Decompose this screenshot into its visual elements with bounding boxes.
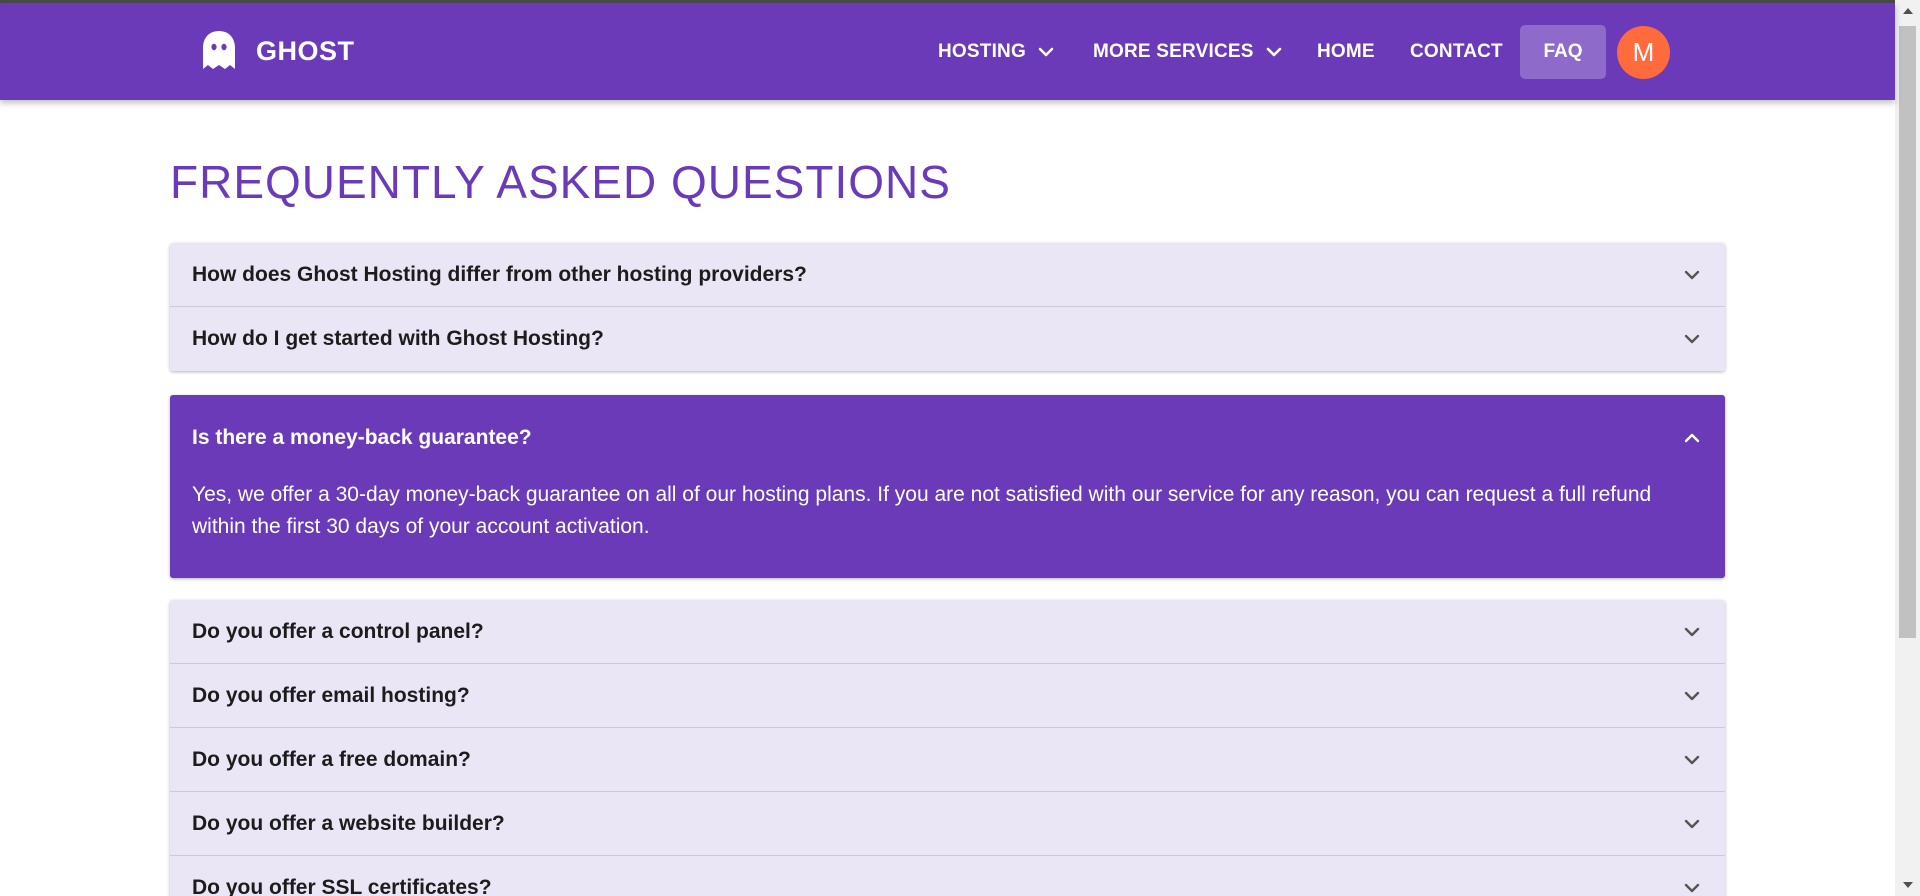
faq-question: Do you offer a website builder? [192,811,505,835]
faq-question: How does Ghost Hosting differ from other… [192,262,807,286]
faq-question: Is there a money-back guarantee? [192,426,532,449]
faq-question: Do you offer SSL certificates? [192,876,492,896]
nav-contact[interactable]: CONTACT [1410,25,1503,79]
faq-item[interactable]: Do you offer email hosting? [170,664,1725,728]
chevron-down-icon [1684,270,1700,279]
vertical-scrollbar[interactable] [1895,0,1920,896]
chevron-down-icon [1266,47,1281,57]
faq-question: Do you offer a control panel? [192,619,484,643]
nav-faq-label: FAQ [1543,41,1583,62]
faq-item[interactable]: Do you offer a free domain? [170,728,1725,792]
scrollbar-thumb[interactable] [1899,26,1916,638]
faq-answer: Yes, we offer a 30-day money-back guaran… [192,483,1652,538]
nav-more-services-label: MORE SERVICES [1093,41,1254,62]
nav-faq[interactable]: FAQ [1520,25,1606,79]
faq-accordion-group-bottom: Do you offer a control panel? Do you off… [170,600,1725,896]
chevron-down-icon [1684,334,1700,344]
chevron-down-icon [1684,883,1700,893]
nav-home[interactable]: HOME [1317,25,1375,79]
faq-question: Do you offer a free domain? [192,747,471,771]
faq-accordion-group-top: How does Ghost Hosting differ from other… [170,243,1725,371]
scroll-down-arrow-icon [1902,882,1913,888]
main-nav: HOSTING MORE SERVICES HOME CONTACT FAQ M [0,25,1895,79]
scroll-up-button[interactable] [1895,0,1920,22]
faq-expanded-header[interactable]: Is there a money-back guarantee? [170,395,1725,481]
faq-item[interactable]: How does Ghost Hosting differ from other… [170,243,1725,307]
faq-item-expanded: Is there a money-back guarantee? Yes, we… [170,395,1725,578]
nav-contact-label: CONTACT [1410,41,1503,62]
faq-question: Do you offer email hosting? [192,683,470,707]
chevron-down-icon [1684,627,1700,636]
page-title: FREQUENTLY ASKED QUESTIONS [170,156,951,208]
faq-item[interactable]: Do you offer SSL certificates? [170,856,1725,896]
page: GHOST HOSTING MORE SERVICES HOME CONTACT [0,0,1920,896]
nav-more-services[interactable]: MORE SERVICES [1093,25,1284,79]
chevron-down-icon [1684,819,1700,828]
nav-hosting[interactable]: HOSTING [938,25,1056,79]
chevron-down-icon [1684,755,1700,764]
faq-item[interactable]: How do I get started with Ghost Hosting? [170,307,1725,371]
faq-question: How do I get started with Ghost Hosting? [192,327,604,350]
avatar-initial: M [1632,37,1655,67]
faq-item[interactable]: Do you offer a website builder? [170,792,1725,856]
nav-home-label: HOME [1317,41,1375,62]
scroll-down-button[interactable] [1895,874,1920,896]
faq-item[interactable]: Do you offer a control panel? [170,600,1725,664]
chevron-down-icon [1038,47,1054,57]
chevron-down-icon [1684,691,1700,700]
scroll-up-arrow-icon [1902,8,1913,14]
site-header: GHOST HOSTING MORE SERVICES HOME CONTACT [0,3,1895,100]
chevron-up-icon [1684,433,1700,443]
user-avatar[interactable]: M [1617,26,1670,79]
nav-hosting-label: HOSTING [938,41,1026,62]
